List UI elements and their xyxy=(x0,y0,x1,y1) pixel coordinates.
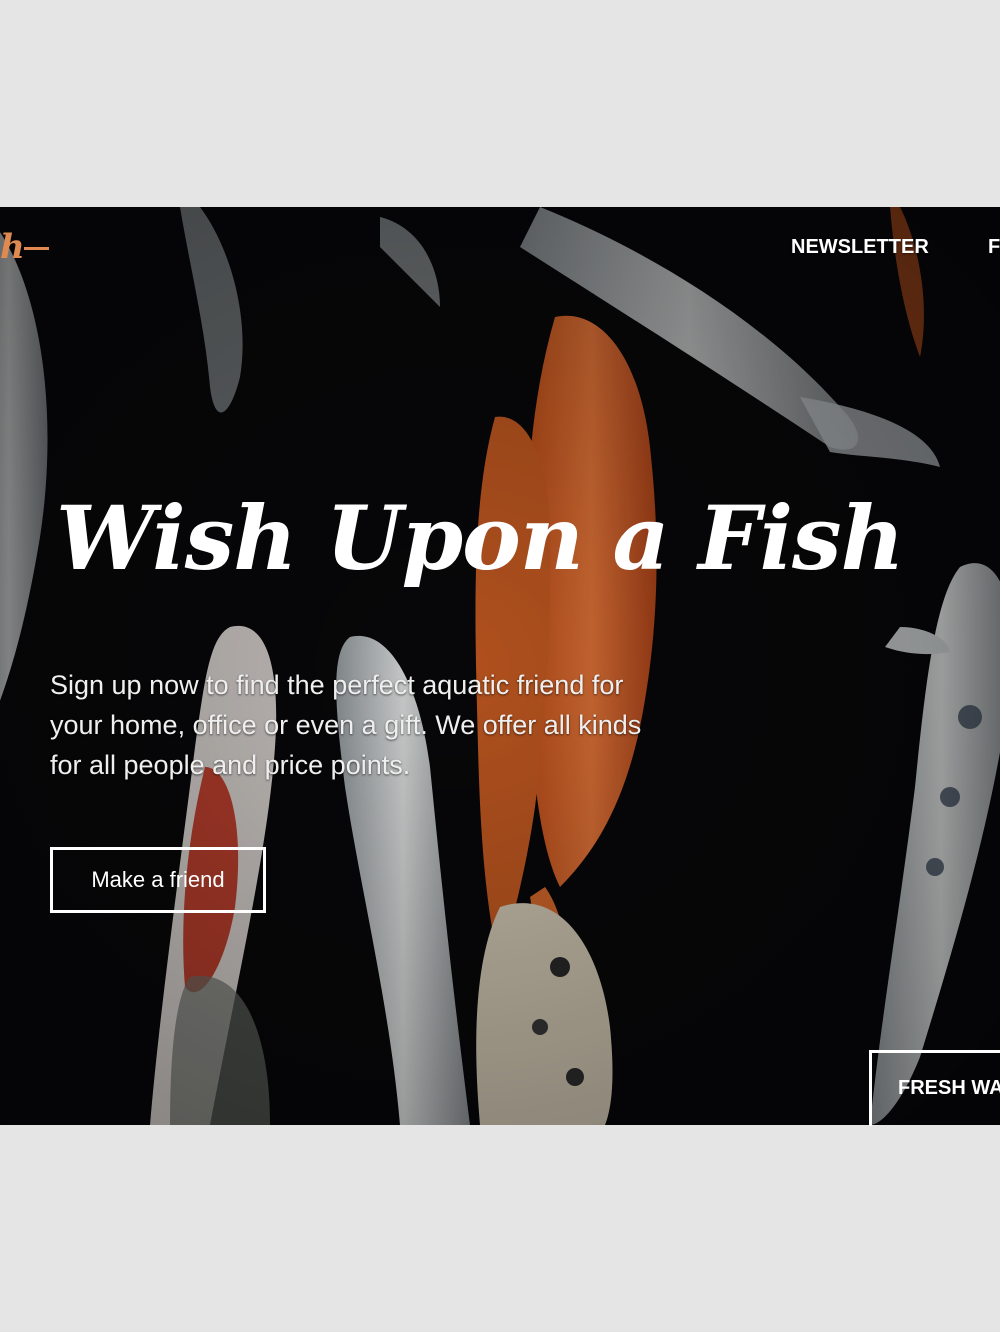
brand-logo[interactable]: h xyxy=(0,230,25,264)
hero-title: Wish Upon a Fish xyxy=(56,486,905,590)
make-a-friend-button[interactable]: Make a friend xyxy=(50,847,266,913)
hero-description: Sign up now to find the perfect aquatic … xyxy=(50,670,642,780)
nav-next-link[interactable]: F xyxy=(988,236,1000,259)
logo-dash-decoration xyxy=(24,247,49,250)
fresh-water-tab[interactable]: FRESH WA xyxy=(869,1050,1000,1126)
nav-newsletter-link[interactable]: NEWSLETTER xyxy=(791,236,929,259)
